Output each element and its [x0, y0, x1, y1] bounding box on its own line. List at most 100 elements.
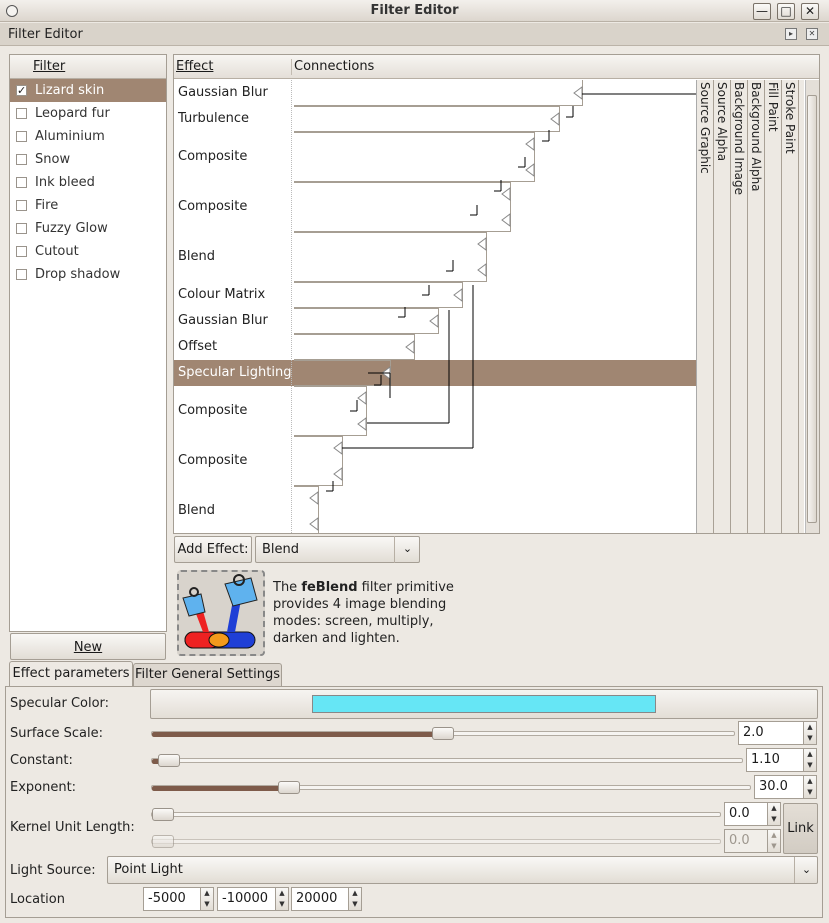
input-socket-icon [477, 237, 487, 251]
input-socket-icon [550, 112, 560, 126]
source-input-label[interactable]: Fill Paint [766, 82, 780, 132]
input-socket-icon [405, 340, 415, 354]
exponent-thumb[interactable] [278, 781, 300, 794]
filter-item[interactable]: Leopard fur [10, 102, 166, 125]
filter-item[interactable]: ✓ Lizard skin [10, 79, 166, 102]
location-z-input[interactable]: 20000 [291, 887, 349, 911]
source-column-line [764, 80, 765, 533]
kernel-x-input[interactable]: 0.0 [724, 802, 768, 826]
light-source-label: Light Source: [10, 863, 96, 878]
light-source-combo[interactable]: Point Light [107, 856, 818, 884]
input-socket-icon [525, 137, 535, 151]
filter-item-label: Ink bleed [35, 175, 95, 190]
filter-checkbox[interactable] [16, 154, 27, 165]
effect-list-scroll-thumb[interactable] [807, 95, 817, 523]
filter-checkbox[interactable] [16, 177, 27, 188]
source-input-label[interactable]: Source Graphic [698, 82, 712, 174]
filter-item[interactable]: Fire [10, 194, 166, 217]
minimize-icon[interactable]: — [753, 3, 771, 20]
filter-item[interactable]: Aluminium [10, 125, 166, 148]
exponent-slider[interactable] [151, 785, 751, 791]
tab-effect-parameters[interactable]: Effect parameters [9, 661, 133, 687]
input-socket-icon [309, 491, 319, 505]
specular-color-swatch [312, 695, 656, 713]
filter-item-label: Snow [35, 152, 71, 167]
light-source-chevron-icon[interactable]: ⌄ [794, 857, 818, 883]
add-effect-selected: Blend [262, 542, 300, 557]
filter-checkbox[interactable] [16, 269, 27, 280]
maximize-icon[interactable]: □ [777, 3, 795, 20]
filter-item-label: Leopard fur [35, 106, 110, 121]
filter-checkbox[interactable] [16, 131, 27, 142]
surface-scale-thumb[interactable] [432, 727, 454, 740]
kernel-x-spin[interactable]: ▲ ▼ [767, 802, 781, 826]
input-socket-icon [501, 213, 511, 227]
input-socket-icon [453, 288, 463, 302]
kernel-x-thumb[interactable] [152, 808, 174, 821]
kernel-y-spin: ▲ ▼ [767, 829, 781, 853]
location-z-spin[interactable]: ▲ ▼ [348, 887, 362, 911]
filter-checkbox[interactable] [16, 223, 27, 234]
filter-item-label: Aluminium [35, 129, 105, 144]
dock-iconify-icon[interactable]: ▸ [785, 28, 797, 40]
source-column-line [713, 80, 714, 533]
source-input-label[interactable]: Stroke Paint [783, 82, 797, 154]
add-effect-button[interactable]: Add Effect: [174, 536, 252, 563]
filter-checkbox[interactable]: ✓ [16, 85, 27, 96]
surface-scale-fill [152, 732, 444, 737]
filter-column-header[interactable]: Filter [10, 55, 166, 79]
source-input-label[interactable]: Background Image [732, 82, 746, 195]
source-column-line [798, 80, 799, 533]
filter-item[interactable]: Cutout [10, 240, 166, 263]
constant-slider[interactable] [151, 758, 743, 764]
surface-scale-spin[interactable]: ▲ ▼ [803, 721, 817, 745]
chevron-down-icon[interactable]: ⌄ [394, 536, 420, 563]
dock-close-icon[interactable]: ✕ [806, 28, 818, 40]
location-x-input[interactable]: -5000 [143, 887, 201, 911]
constant-thumb[interactable] [157, 754, 180, 767]
surface-scale-input[interactable]: 2.0 [738, 721, 804, 745]
exponent-spin[interactable]: ▲ ▼ [803, 775, 817, 799]
exponent-label: Exponent: [10, 780, 77, 795]
constant-label: Constant: [10, 753, 73, 768]
source-column-line [730, 80, 731, 533]
filter-item[interactable]: Drop shadow [10, 263, 166, 286]
close-icon[interactable]: ✕ [801, 3, 819, 20]
location-y-input[interactable]: -10000 [217, 887, 276, 911]
kernel-x-slider[interactable] [151, 812, 721, 817]
exponent-input[interactable]: 30.0 [754, 775, 804, 799]
constant-spin[interactable]: ▲ ▼ [803, 748, 817, 772]
constant-input[interactable]: 1.10 [746, 748, 804, 772]
filter-item[interactable]: Ink bleed [10, 171, 166, 194]
filter-item-label: Fire [35, 198, 59, 213]
location-y-spin[interactable]: ▲ ▼ [275, 887, 289, 911]
kernel-unit-length-label: Kernel Unit Length: [10, 820, 135, 835]
filter-item[interactable]: Snow [10, 148, 166, 171]
filter-item-label: Cutout [35, 244, 79, 259]
input-socket-icon [525, 163, 535, 177]
source-input-label[interactable]: Background Alpha [749, 82, 763, 192]
new-filter-button[interactable]: New [10, 633, 166, 660]
source-input-label[interactable]: Source Alpha [715, 82, 729, 161]
input-socket-icon [573, 86, 583, 100]
dock-title: Filter Editor [8, 27, 83, 42]
filter-item[interactable]: Fuzzy Glow [10, 217, 166, 240]
kernel-y-thumb [152, 835, 174, 848]
filter-rows: ✓ Lizard skin Leopard fur Aluminium Snow Ink … [10, 79, 166, 286]
filter-item-label: Fuzzy Glow [35, 221, 108, 236]
input-socket-icon [429, 314, 439, 328]
input-socket-icon [333, 467, 343, 481]
window-title: Filter Editor [370, 3, 459, 18]
blend-effect-icon [177, 570, 265, 656]
input-socket-icon [357, 391, 367, 405]
effect-description: The feBlend filter primitive provides 4 … [273, 579, 473, 647]
link-toggle-button[interactable]: Link [783, 803, 818, 854]
filter-checkbox[interactable] [16, 200, 27, 211]
filter-checkbox[interactable] [16, 108, 27, 119]
input-socket-icon [333, 441, 343, 455]
filter-header-label: Filter [33, 59, 66, 74]
tab-filter-general-settings[interactable]: Filter General Settings [133, 663, 282, 686]
filter-checkbox[interactable] [16, 246, 27, 257]
exponent-fill [152, 786, 290, 791]
location-x-spin[interactable]: ▲ ▼ [200, 887, 214, 911]
